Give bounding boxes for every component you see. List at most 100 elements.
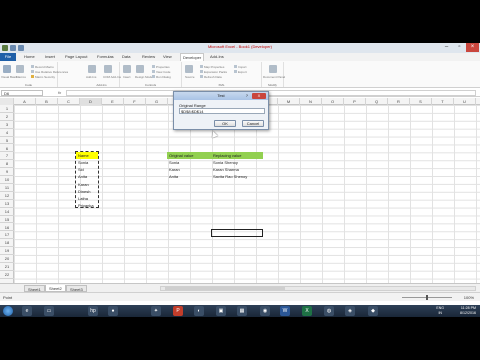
cell-j9[interactable]: Karan Sharma <box>211 166 263 173</box>
media-icon[interactable]: ● <box>108 306 118 316</box>
cell-h10[interactable]: Anita <box>167 173 211 180</box>
word-icon[interactable]: W <box>280 306 290 316</box>
com-add-ins-icon[interactable] <box>104 65 112 73</box>
row-header[interactable]: 5 <box>0 137 14 145</box>
column-header[interactable]: Q <box>366 98 388 105</box>
tab-file[interactable]: File <box>0 53 16 61</box>
column-header[interactable]: O <box>322 98 344 105</box>
close-button[interactable]: × <box>466 43 479 52</box>
ie-icon[interactable]: e <box>22 306 32 316</box>
row-header[interactable]: 2 <box>0 113 14 121</box>
range-input[interactable]: $D$8:$D$14 <box>179 108 265 114</box>
row-header[interactable]: 22 <box>0 271 14 279</box>
record-macro-icon[interactable] <box>31 65 34 68</box>
column-header[interactable]: P <box>344 98 366 105</box>
row-header[interactable]: 19 <box>0 247 14 256</box>
app-icon[interactable]: ◍ <box>324 306 334 316</box>
app-icon[interactable]: ◆ <box>368 306 378 316</box>
start-button-icon[interactable] <box>3 306 13 316</box>
visual-basic-icon[interactable] <box>3 65 11 73</box>
row-header[interactable]: 17 <box>0 231 14 240</box>
insert-control-icon[interactable] <box>123 65 131 73</box>
row-header[interactable]: 18 <box>0 239 14 248</box>
properties-label[interactable]: Properties <box>156 65 170 69</box>
fx-icon[interactable]: fx <box>58 90 61 95</box>
expansion-packs-label[interactable]: Expansion Packs <box>204 70 227 74</box>
active-cell-outline[interactable] <box>211 229 263 237</box>
tab-add-ins[interactable]: Add-Ins <box>210 54 224 59</box>
macros-icon[interactable] <box>16 65 24 73</box>
column-header[interactable]: U <box>454 98 476 105</box>
cell-h9[interactable]: Karan <box>167 166 211 173</box>
macro-security-label[interactable]: Macro Security <box>35 75 55 79</box>
tab-review[interactable]: Review <box>142 54 155 59</box>
horizontal-scrollbar[interactable] <box>160 286 476 291</box>
column-header[interactable]: S <box>410 98 432 105</box>
document-panel-icon[interactable] <box>269 65 277 73</box>
zoom-slider[interactable] <box>402 295 452 300</box>
view-code-label[interactable]: View Code <box>156 70 170 74</box>
import-icon[interactable] <box>234 65 237 68</box>
select-all-corner[interactable] <box>0 98 14 105</box>
powerpoint-icon[interactable]: P <box>173 306 183 316</box>
export-icon[interactable] <box>234 70 237 73</box>
view-code-icon[interactable] <box>152 70 155 73</box>
sheet-tab[interactable]: Sheet3 <box>66 285 87 292</box>
row-header[interactable]: 11 <box>0 184 14 192</box>
column-header[interactable]: M <box>278 98 300 105</box>
app-icon[interactable]: ▣ <box>216 306 226 316</box>
refresh-data-icon[interactable] <box>200 75 203 78</box>
column-header[interactable]: C <box>58 98 80 105</box>
row-header[interactable]: 3 <box>0 121 14 129</box>
row-header[interactable]: 9 <box>0 168 14 177</box>
ok-button[interactable]: OK <box>214 120 236 127</box>
add-ins-icon[interactable] <box>88 65 96 73</box>
scroll-thumb[interactable] <box>165 287 285 290</box>
app-icon[interactable]: ◐ <box>194 306 204 316</box>
column-header[interactable]: T <box>432 98 454 105</box>
tab-formulas[interactable]: Formulas <box>97 54 114 59</box>
cell-h7[interactable]: Original value <box>167 152 211 159</box>
row-header[interactable]: 15 <box>0 216 14 224</box>
dialog-close-button[interactable]: X <box>252 93 266 99</box>
row-header[interactable]: 8 <box>0 160 14 169</box>
sheet-tab-active[interactable]: Sheet2 <box>45 285 66 292</box>
app-icon[interactable]: ◈ <box>345 306 355 316</box>
column-header[interactable]: E <box>102 98 124 105</box>
properties-icon[interactable] <box>152 65 155 68</box>
sheet-tab[interactable]: Sheet1 <box>24 285 45 292</box>
row-header[interactable]: 1 <box>0 105 14 113</box>
formula-input[interactable] <box>66 90 476 96</box>
record-macro-label[interactable]: Record Macro <box>35 65 54 69</box>
run-dialog-label[interactable]: Run Dialog <box>156 75 171 79</box>
tab-developer[interactable]: Developer <box>180 53 205 61</box>
column-header[interactable]: R <box>388 98 410 105</box>
column-header[interactable]: A <box>14 98 36 105</box>
cell-j10[interactable]: Savita Rao Shenoy <box>211 173 263 180</box>
tab-page-layout[interactable]: Page Layout <box>65 54 87 59</box>
cell-j7[interactable]: Replacing value <box>211 152 263 159</box>
design-mode-icon[interactable] <box>136 65 144 73</box>
help-icon[interactable]: ? <box>246 93 248 98</box>
row-header[interactable]: 12 <box>0 192 14 200</box>
row-header[interactable]: 6 <box>0 145 14 153</box>
save-icon[interactable] <box>10 45 16 51</box>
zoom-knob[interactable] <box>426 295 428 300</box>
cell-j8[interactable]: Sonia Shenoy <box>211 159 263 166</box>
zoom-level[interactable]: 100% <box>464 295 474 300</box>
row-header[interactable]: 20 <box>0 255 14 263</box>
chrome-icon[interactable]: ◉ <box>260 306 270 316</box>
macro-security-icon[interactable] <box>31 75 34 78</box>
row-header[interactable]: 10 <box>0 176 14 184</box>
import-label[interactable]: Import <box>238 65 247 69</box>
relative-references-label[interactable]: Use Relative References <box>35 70 68 74</box>
clock[interactable]: 11:28 PM 8/12/2016 <box>460 306 476 316</box>
cell-h8[interactable]: Sonia <box>167 159 211 166</box>
run-dialog-icon[interactable] <box>152 75 155 78</box>
column-header[interactable]: G <box>146 98 168 105</box>
file-explorer-icon[interactable]: ▭ <box>44 306 54 316</box>
row-header[interactable]: 7 <box>0 152 14 161</box>
column-header[interactable]: B <box>36 98 58 105</box>
name-box[interactable]: D6 <box>1 90 43 96</box>
source-icon[interactable] <box>185 65 193 73</box>
